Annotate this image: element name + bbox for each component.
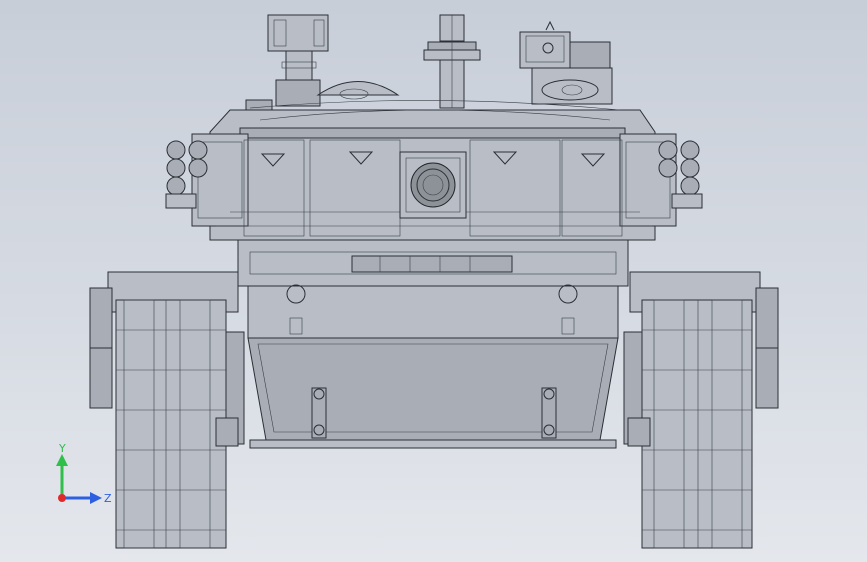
right-track-assembly (623, 271, 779, 549)
upper-glacis (247, 285, 619, 339)
cupola-sight (519, 31, 571, 69)
turret-body (165, 100, 703, 241)
lower-glacis (247, 337, 619, 441)
main-gun-barrel (410, 162, 456, 208)
cad-viewport[interactable]: Y Z (0, 0, 867, 562)
z-axis-arrowhead (90, 492, 102, 504)
orientation-triad[interactable]: Y Z (50, 440, 120, 510)
hull (237, 239, 629, 449)
y-axis-arrowhead (56, 454, 68, 466)
tank-wireframe-model[interactable] (0, 0, 867, 562)
z-axis-label: Z (104, 492, 112, 505)
right-track (641, 299, 753, 549)
left-track (115, 299, 227, 549)
y-axis-label: Y (58, 442, 66, 455)
hatch-dome (316, 81, 400, 96)
sight-box (267, 14, 329, 52)
x-axis-origin (58, 494, 66, 502)
